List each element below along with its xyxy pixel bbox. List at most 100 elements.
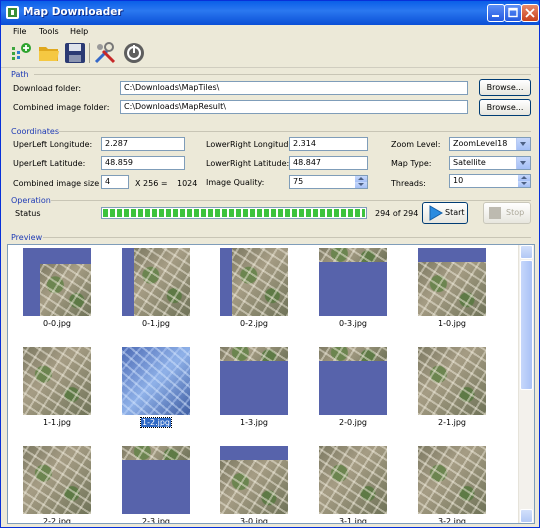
lowerright-longitude-input[interactable]: 2.314 <box>289 137 368 151</box>
tile-caption[interactable]: 0-3.jpg <box>308 319 398 328</box>
title-bar[interactable]: Map Downloader <box>1 1 539 25</box>
tile-caption[interactable]: 3-1.jpg <box>308 517 398 523</box>
main-window: Map Downloader File Tools Help Path Down… <box>0 0 540 528</box>
tile-caption-text: 1-1.jpg <box>43 418 71 427</box>
tile-thumbnail[interactable] <box>418 347 486 415</box>
spin-down-icon[interactable] <box>518 181 530 187</box>
image-quality-spinner[interactable]: 75 <box>289 175 368 189</box>
tile-caption[interactable]: 2-2.jpg <box>12 517 102 524</box>
progress-bar <box>101 207 367 219</box>
scroll-up-icon[interactable] <box>520 245 533 259</box>
progress-text: 294 of 294 <box>375 209 419 218</box>
upperleft-longitude-input[interactable]: 2.287 <box>101 137 185 151</box>
tile-caption[interactable]: 3-0.jpg <box>209 517 299 523</box>
minimize-button[interactable] <box>487 4 505 22</box>
app-icon <box>6 6 19 19</box>
tools-settings-icon[interactable] <box>93 41 117 65</box>
tile-caption[interactable]: 3-2.jpg <box>407 517 497 524</box>
tile-thumbnail[interactable] <box>122 248 190 316</box>
menu-help[interactable]: Help <box>70 27 88 36</box>
tile-caption-text: 0-1.jpg <box>142 319 170 328</box>
open-folder-icon[interactable] <box>37 41 61 65</box>
save-icon[interactable] <box>63 41 87 65</box>
menu-file[interactable]: File <box>13 27 26 36</box>
maximize-button[interactable] <box>504 4 522 22</box>
tile-caption-text: 0-3.jpg <box>339 319 367 328</box>
download-folder-input[interactable]: C:\Downloads\MapTiles\ <box>120 81 468 95</box>
combined-size-input[interactable]: 4 <box>101 175 129 189</box>
close-button[interactable] <box>521 4 539 22</box>
tile-caption[interactable]: 2-1.jpg <box>407 418 497 427</box>
tile-caption[interactable]: 1-2.jpg <box>111 417 201 428</box>
tile-thumbnail[interactable] <box>122 347 190 415</box>
tile-thumbnail[interactable] <box>23 248 91 316</box>
start-button[interactable]: Start <box>422 202 468 224</box>
threads-label: Threads: <box>391 179 426 188</box>
tile-thumbnail[interactable] <box>23 347 91 415</box>
toolbar-separator <box>89 43 90 63</box>
tile-thumbnail[interactable] <box>220 446 288 514</box>
section-preview: Preview <box>11 233 43 242</box>
chevron-down-icon[interactable] <box>516 157 530 169</box>
browse-combined-button[interactable]: Browse... <box>479 99 531 116</box>
lowerright-latitude-label: LowerRight Latitude: <box>206 159 290 168</box>
tile-image-part <box>134 248 190 316</box>
lowerright-latitude-input[interactable]: 48.847 <box>289 156 368 170</box>
divider <box>59 131 531 132</box>
tile-thumbnail[interactable] <box>319 248 387 316</box>
zoom-level-value: ZoomLevel18 <box>453 139 508 148</box>
map-type-value: Satellite <box>453 158 486 167</box>
tile-thumbnail[interactable] <box>220 248 288 316</box>
preview-pane[interactable]: 0-0.jpg 0-1.jpg 0-2.jpg 0-3.jpg 1-0.jpg 1-1.j… <box>7 244 535 524</box>
tile-caption[interactable]: 2-3.jpg <box>111 517 201 524</box>
close-icon <box>525 8 535 18</box>
tile-thumbnail[interactable] <box>418 248 486 316</box>
stop-button[interactable]: Stop <box>483 202 531 224</box>
tile-thumbnail[interactable] <box>418 446 486 514</box>
image-quality-label: Image Quality: <box>206 178 265 187</box>
lowerright-longitude-label: LowerRight Longitude: <box>206 140 297 149</box>
size-formula-text: X 256 = <box>135 179 168 188</box>
tile-caption-text: 1-2.jpg <box>140 417 172 428</box>
tile-thumbnail[interactable] <box>23 446 91 514</box>
vertical-scrollbar[interactable] <box>518 245 534 523</box>
tile-thumbnail[interactable] <box>220 347 288 415</box>
toolbar <box>1 39 539 68</box>
tile-caption-text: 3-2.jpg <box>438 517 466 524</box>
tile-caption-text: 0-0.jpg <box>43 319 71 328</box>
tile-image-part <box>220 460 288 514</box>
tile-caption[interactable]: 1-0.jpg <box>407 319 497 328</box>
zoom-level-select[interactable]: ZoomLevel18 <box>449 137 531 151</box>
add-tiles-icon[interactable] <box>9 41 33 65</box>
map-type-select[interactable]: Satellite <box>449 156 531 170</box>
stop-button-label: Stop <box>506 208 525 217</box>
tile-thumbnail[interactable] <box>319 446 387 514</box>
scroll-down-icon[interactable] <box>520 509 533 523</box>
tile-caption-text: 2-1.jpg <box>438 418 466 427</box>
tile-thumbnail[interactable] <box>122 446 190 514</box>
combined-folder-input[interactable]: C:\Downloads\MapResult\ <box>120 100 468 114</box>
power-icon[interactable] <box>122 41 146 65</box>
threads-spinner[interactable]: 10 <box>449 174 531 188</box>
upperleft-latitude-input[interactable]: 48.859 <box>101 156 185 170</box>
tile-image-part <box>418 262 486 316</box>
browse-download-button[interactable]: Browse... <box>479 79 531 96</box>
tile-caption-text: 2-2.jpg <box>43 517 71 524</box>
map-type-label: Map Type: <box>391 159 432 168</box>
menu-tools[interactable]: Tools <box>39 27 59 36</box>
tile-caption-text: 2-3.jpg <box>142 517 170 524</box>
tile-caption[interactable]: 1-3.jpg <box>209 418 299 427</box>
spin-down-icon[interactable] <box>355 182 367 188</box>
tile-thumbnail[interactable] <box>319 347 387 415</box>
tile-caption[interactable]: 0-2.jpg <box>209 319 299 328</box>
tile-caption[interactable]: 1-1.jpg <box>12 418 102 427</box>
tile-caption[interactable]: 2-0.jpg <box>308 418 398 427</box>
tile-caption[interactable]: 0-0.jpg <box>12 319 102 328</box>
tile-image-part <box>319 248 387 262</box>
tile-image-part <box>40 264 91 316</box>
minimize-icon <box>492 15 499 17</box>
scroll-thumb[interactable] <box>520 260 533 390</box>
download-folder-label: Download folder: <box>13 84 82 93</box>
chevron-down-icon[interactable] <box>516 138 530 150</box>
tile-caption[interactable]: 0-1.jpg <box>111 319 201 328</box>
